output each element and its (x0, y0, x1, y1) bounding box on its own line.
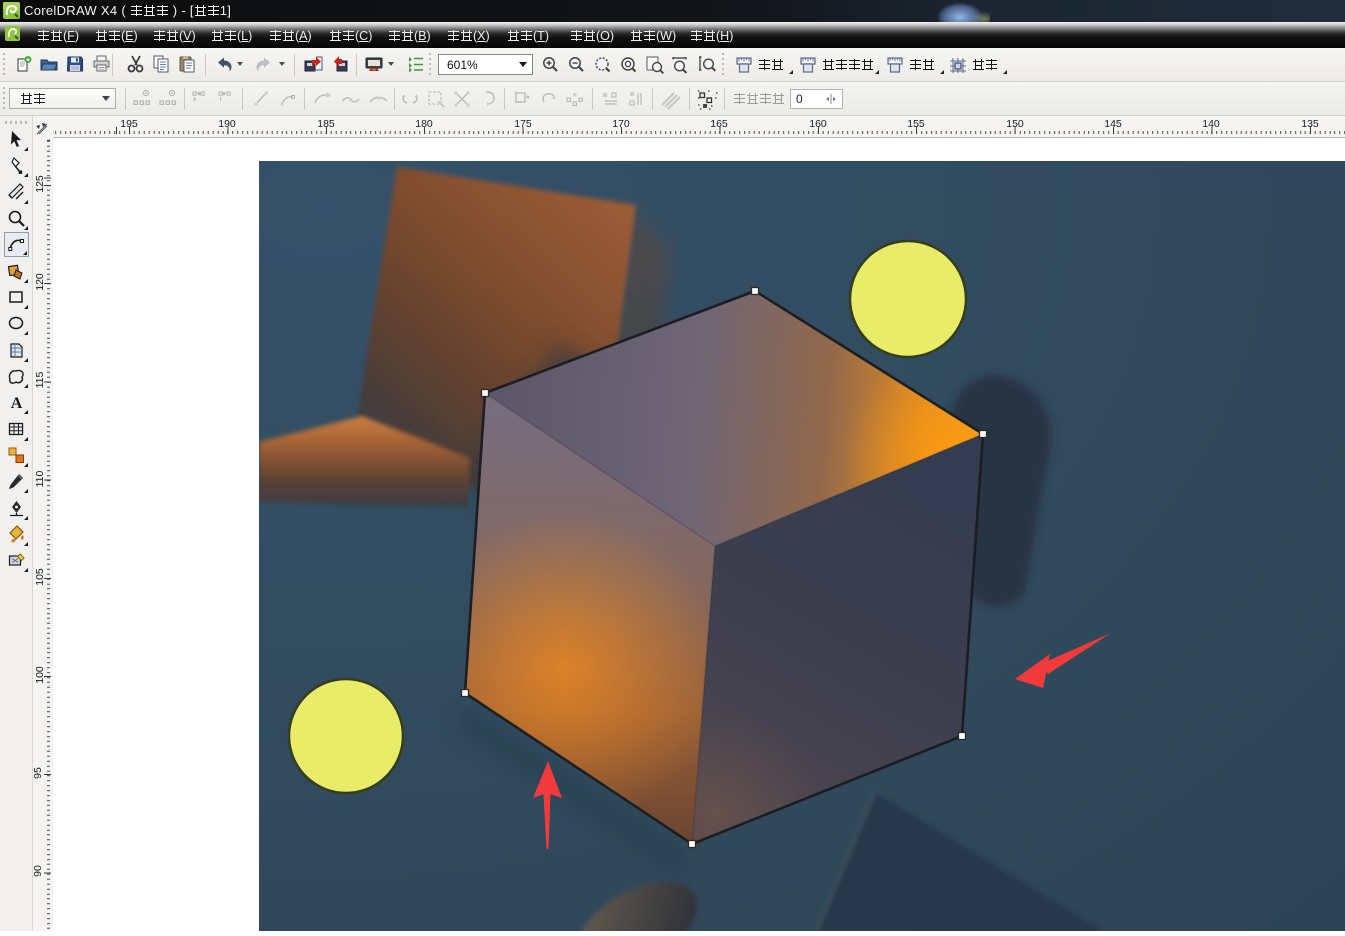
svg-text:A: A (11, 395, 23, 412)
